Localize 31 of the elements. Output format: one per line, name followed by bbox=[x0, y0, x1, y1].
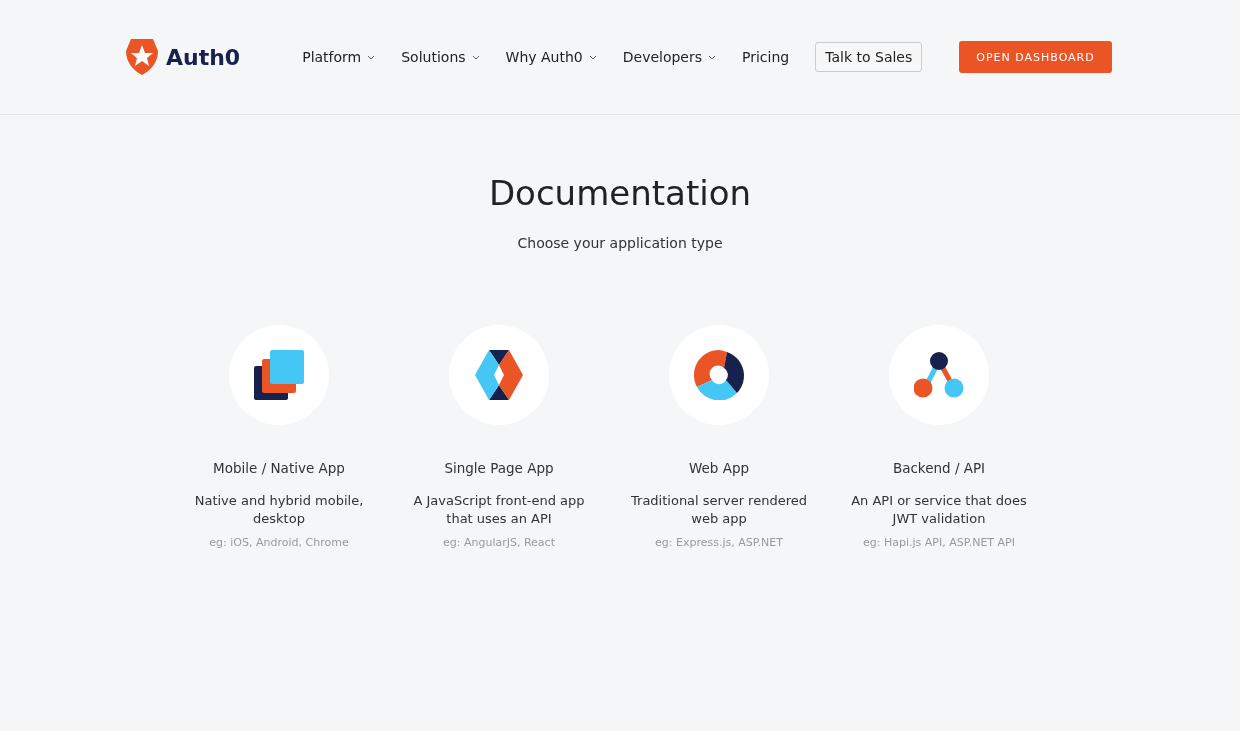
connected-nodes-icon bbox=[914, 352, 964, 398]
app-type-name[interactable]: Web App bbox=[688, 460, 750, 476]
app-type-description: Traditional server rendered web app bbox=[630, 492, 808, 528]
app-type-description: A JavaScript front-end app that uses an API bbox=[412, 492, 586, 528]
chevron-down-icon bbox=[471, 54, 480, 60]
logo-text[interactable]: Auth0 bbox=[166, 44, 241, 70]
nav-link[interactable]: Platform bbox=[302, 49, 376, 65]
page-subtitle: Choose your application type bbox=[517, 235, 723, 251]
shield-star-icon bbox=[126, 39, 158, 75]
app-type-name[interactable]: Mobile / Native App bbox=[213, 460, 345, 476]
app-type-description: Native and hybrid mobile, desktop bbox=[193, 492, 365, 528]
nav-link[interactable]: Solutions bbox=[401, 49, 480, 65]
app-type-examples: eg: Express.js, ASP.NET bbox=[655, 536, 783, 549]
nav-link[interactable]: Pricing bbox=[742, 49, 790, 65]
app-type-name[interactable]: Single Page App bbox=[444, 460, 554, 476]
chevron-down-icon bbox=[708, 54, 717, 60]
stacked-squares-icon bbox=[254, 350, 304, 400]
app-type-description: An API or service that does JWT validation bbox=[850, 492, 1028, 528]
nav-link[interactable]: Developers bbox=[622, 49, 717, 65]
app-type-examples: eg: iOS, Android, Chrome bbox=[209, 536, 349, 549]
app-type-examples: eg: Hapi.js API, ASP.NET API bbox=[863, 536, 1015, 549]
app-type-name[interactable]: Backend / API bbox=[892, 460, 986, 476]
app-type-examples: eg: AngularJS, React bbox=[443, 536, 555, 549]
diamond-shapes-icon bbox=[475, 350, 523, 400]
chevron-down-icon bbox=[367, 54, 376, 60]
page-title: Documentation bbox=[488, 173, 752, 213]
open-dashboard-button[interactable]: OPEN DASHBOARD bbox=[959, 41, 1112, 73]
nav-link[interactable]: Why Auth0 bbox=[505, 49, 597, 65]
chevron-down-icon bbox=[588, 54, 597, 60]
ring-segments-icon bbox=[694, 350, 744, 400]
talk-to-sales-button[interactable]: Talk to Sales bbox=[815, 42, 923, 72]
